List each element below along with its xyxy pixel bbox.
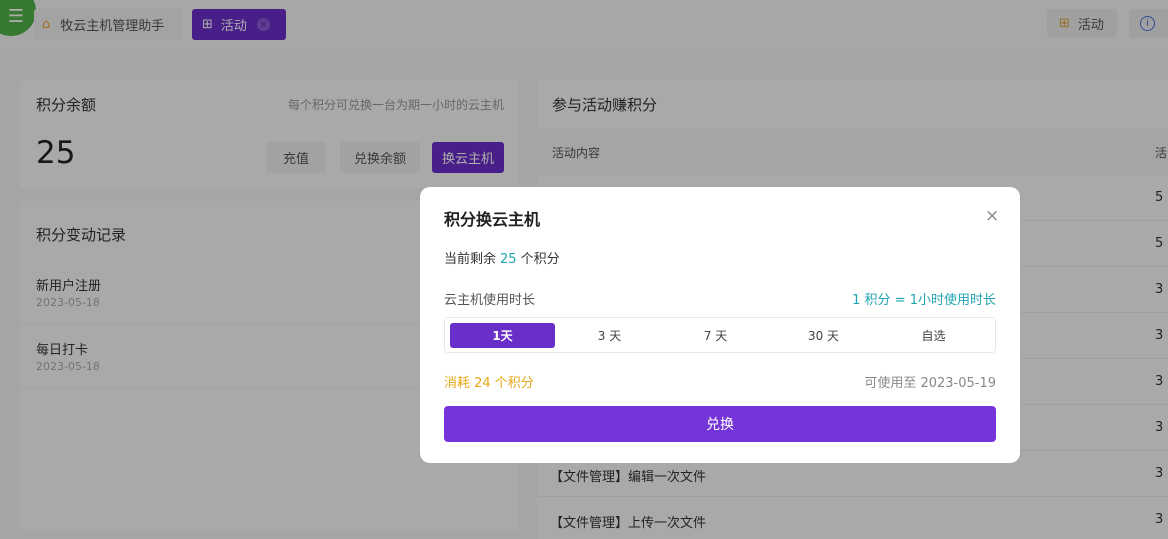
duration-option-30-days[interactable]: 30 天: [771, 323, 876, 348]
exchange-submit-button[interactable]: 兑换: [444, 406, 996, 442]
duration-option-3-days[interactable]: 3 天: [557, 323, 662, 348]
duration-selector: 1天 3 天 7 天 30 天 自选: [444, 317, 996, 353]
duration-option-7-days[interactable]: 7 天: [663, 323, 768, 348]
duration-option-custom[interactable]: 自选: [881, 323, 986, 348]
duration-label: 云主机使用时长: [444, 293, 536, 308]
close-icon[interactable]: ×: [985, 206, 999, 226]
exchange-rate: 1 积分 = 1小时使用时长: [852, 293, 996, 308]
modal-title: 积分换云主机: [444, 210, 541, 229]
duration-option-1-day[interactable]: 1天: [450, 323, 555, 348]
remaining-points: 当前剩余 25 个积分: [444, 248, 560, 267]
valid-until: 可使用至 2023-05-19: [864, 376, 996, 391]
remaining-value: 25: [500, 252, 517, 267]
points-cost: 消耗 24 个积分: [444, 376, 534, 391]
remaining-suffix: 个积分: [520, 252, 560, 267]
exchange-host-modal: 积分换云主机 × 当前剩余 25 个积分 云主机使用时长 1 积分 = 1小时使用时…: [420, 187, 1020, 463]
remaining-prefix: 当前剩余: [444, 252, 497, 267]
